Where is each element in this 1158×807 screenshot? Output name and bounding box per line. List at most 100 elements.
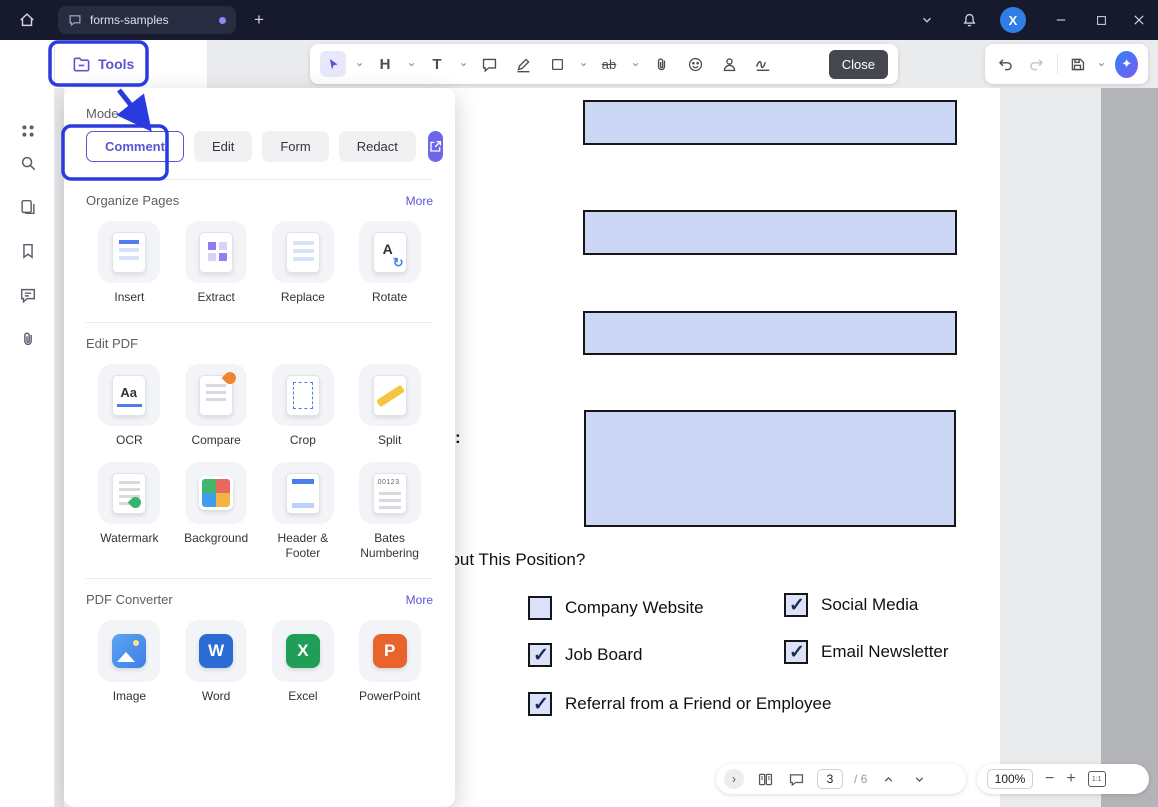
undo-button[interactable] bbox=[995, 51, 1017, 77]
checkbox-referral[interactable] bbox=[528, 692, 552, 716]
checkbox-email-newsletter[interactable] bbox=[784, 640, 808, 664]
tool-rotate[interactable]: Rotate bbox=[346, 221, 433, 305]
user-avatar[interactable]: X bbox=[1000, 7, 1026, 33]
next-page-chevron-icon[interactable] bbox=[909, 769, 929, 789]
tool-split[interactable]: Split bbox=[346, 364, 433, 448]
close-toolbar-button[interactable]: Close bbox=[829, 50, 888, 79]
titlebar-chevron-down-icon[interactable] bbox=[914, 7, 940, 33]
tools-button[interactable]: Tools bbox=[64, 49, 142, 79]
watermark-icon bbox=[112, 473, 146, 514]
page-thumbnails-icon[interactable] bbox=[17, 196, 39, 218]
pdf-converter-more-link[interactable]: More bbox=[406, 593, 433, 607]
header-footer-icon bbox=[286, 473, 320, 514]
tile-label: Background bbox=[173, 531, 260, 546]
tool-convert-word[interactable]: W Word bbox=[173, 620, 260, 704]
minimize-button[interactable] bbox=[1048, 7, 1074, 33]
save-icon bbox=[1069, 56, 1086, 73]
tool-insert[interactable]: Insert bbox=[86, 221, 173, 305]
section-title: PDF Converter bbox=[86, 592, 173, 607]
zoom-in-button[interactable]: + bbox=[1066, 771, 1075, 787]
title-bar: forms-samples + X bbox=[0, 0, 1158, 40]
comments-panel-icon[interactable] bbox=[17, 284, 39, 306]
tool-convert-image[interactable]: Image bbox=[86, 620, 173, 704]
signature-tool[interactable] bbox=[750, 51, 776, 77]
powerpoint-icon: P bbox=[373, 634, 407, 668]
redo-icon bbox=[1028, 56, 1045, 73]
checkbox-job-board[interactable] bbox=[528, 643, 552, 667]
expand-panel-button[interactable]: › bbox=[724, 769, 744, 789]
previous-page-chevron-icon[interactable] bbox=[878, 769, 898, 789]
tool-ocr[interactable]: OCR bbox=[86, 364, 173, 448]
close-window-button[interactable] bbox=[1126, 7, 1152, 33]
shape-tool-chevron-icon[interactable] bbox=[578, 51, 588, 77]
form-field-3[interactable] bbox=[583, 311, 957, 355]
text-tool-chevron-icon[interactable] bbox=[458, 51, 468, 77]
maximize-button[interactable] bbox=[1088, 7, 1114, 33]
document-tab[interactable]: forms-samples bbox=[58, 6, 236, 34]
tool-watermark[interactable]: Watermark bbox=[86, 462, 173, 561]
stamp-person-icon bbox=[721, 56, 738, 73]
apps-grid-icon[interactable] bbox=[17, 120, 39, 142]
heading-tool-chevron-icon[interactable] bbox=[406, 51, 416, 77]
notifications-bell-icon[interactable] bbox=[956, 7, 982, 33]
page-number-input[interactable]: 3 bbox=[817, 769, 843, 789]
attachments-icon[interactable] bbox=[17, 328, 39, 350]
organize-pages-more-link[interactable]: More bbox=[406, 194, 433, 208]
form-field-4[interactable] bbox=[584, 410, 956, 527]
highlight-heading-tool[interactable]: H bbox=[372, 51, 398, 77]
form-field-1[interactable] bbox=[583, 100, 957, 145]
mode-redact-button[interactable]: Redact bbox=[339, 131, 416, 162]
highlighter-pen-icon bbox=[515, 56, 532, 73]
home-icon[interactable] bbox=[16, 9, 38, 31]
text-markup-tool[interactable]: ab bbox=[596, 51, 622, 77]
image-icon bbox=[112, 634, 146, 668]
tile-label: Excel bbox=[260, 689, 347, 704]
tool-convert-excel[interactable]: X Excel bbox=[260, 620, 347, 704]
sticky-note-tool[interactable] bbox=[476, 51, 502, 77]
mode-edit-button[interactable]: Edit bbox=[194, 131, 252, 162]
markup-tool-chevron-icon[interactable] bbox=[630, 51, 640, 77]
tool-extract[interactable]: Extract bbox=[173, 221, 260, 305]
select-tool[interactable] bbox=[320, 51, 346, 77]
edit-pdf-grid: OCR Compare Crop Split Watermark Backgro… bbox=[86, 364, 433, 561]
mode-comment-button[interactable]: Comment bbox=[86, 131, 184, 162]
checkbox-social-media[interactable] bbox=[784, 593, 808, 617]
bookmark-icon[interactable] bbox=[17, 240, 39, 262]
shape-tool[interactable] bbox=[544, 51, 570, 77]
mode-form-button[interactable]: Form bbox=[262, 131, 328, 162]
tool-replace[interactable]: Replace bbox=[260, 221, 347, 305]
attach-file-tool[interactable] bbox=[648, 51, 674, 77]
edit-pdf-header: Edit PDF bbox=[86, 336, 433, 351]
checkbox-label: Company Website bbox=[565, 598, 704, 618]
left-sidebar bbox=[0, 40, 55, 807]
highlighter-tool[interactable] bbox=[510, 51, 536, 77]
tool-compare[interactable]: Compare bbox=[173, 364, 260, 448]
redo-button[interactable] bbox=[1026, 51, 1048, 77]
tool-bates-numbering[interactable]: Bates Numbering bbox=[346, 462, 433, 561]
checkbox-company-website[interactable] bbox=[528, 596, 552, 620]
organize-pages-grid: Insert Extract Replace Rotate bbox=[86, 221, 433, 305]
tool-crop[interactable]: Crop bbox=[260, 364, 347, 448]
stamp-tool[interactable] bbox=[716, 51, 742, 77]
panel-divider bbox=[86, 322, 433, 323]
tool-header-footer[interactable]: Header & Footer bbox=[260, 462, 347, 561]
ai-assistant-icon[interactable]: ✦ bbox=[1115, 51, 1138, 78]
text-tool[interactable]: T bbox=[424, 51, 450, 77]
tool-background[interactable]: Background bbox=[173, 462, 260, 561]
form-field-2[interactable] bbox=[583, 210, 957, 255]
sticker-tool[interactable] bbox=[682, 51, 708, 77]
save-button[interactable] bbox=[1067, 51, 1089, 77]
comment-view-icon[interactable] bbox=[786, 769, 806, 789]
page-navigation-bar: › 3 / 6 bbox=[716, 764, 966, 794]
select-tool-chevron-icon[interactable] bbox=[354, 51, 364, 77]
open-in-new-window-button[interactable] bbox=[428, 131, 443, 162]
save-chevron-icon[interactable] bbox=[1097, 51, 1106, 77]
two-page-view-icon[interactable] bbox=[755, 769, 775, 789]
tool-convert-powerpoint[interactable]: P PowerPoint bbox=[346, 620, 433, 704]
zoom-out-button[interactable]: − bbox=[1045, 771, 1054, 787]
new-tab-button[interactable]: + bbox=[248, 9, 270, 31]
actual-size-button[interactable]: 1:1 bbox=[1088, 771, 1106, 787]
smiley-sticker-icon bbox=[687, 56, 704, 73]
zoom-level-input[interactable]: 100% bbox=[987, 769, 1033, 789]
search-icon[interactable] bbox=[17, 152, 39, 174]
